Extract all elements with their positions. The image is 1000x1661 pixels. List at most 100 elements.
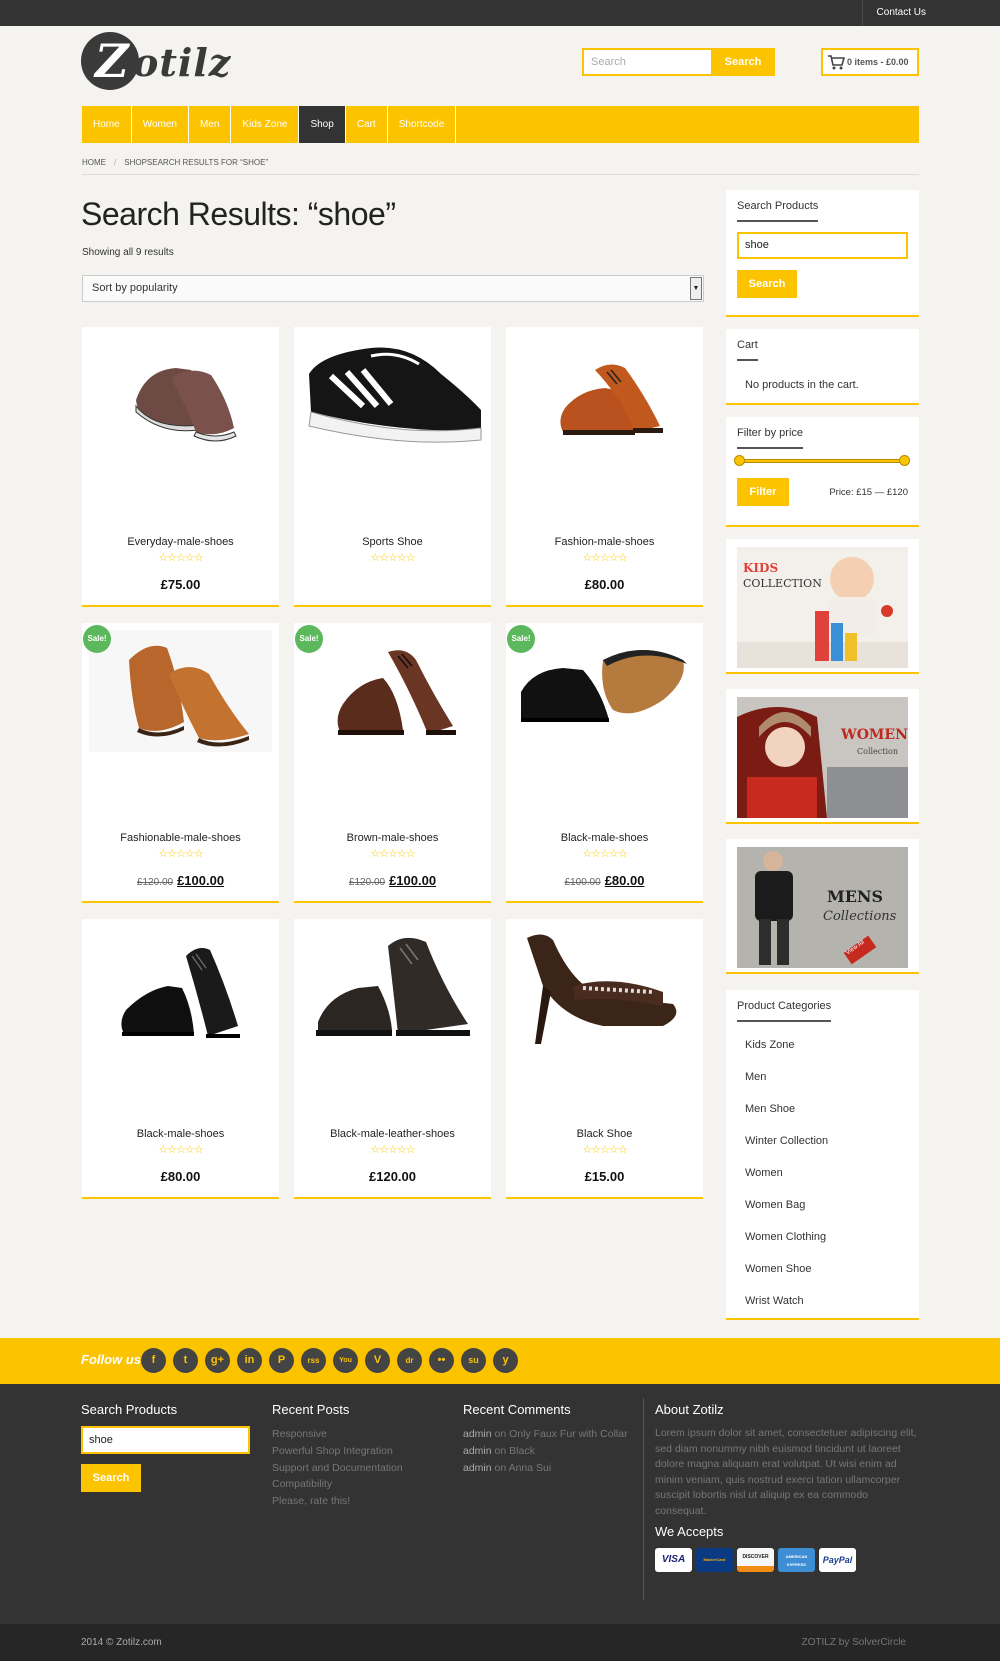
nav-item-shortcode[interactable]: Shortcode bbox=[388, 106, 457, 143]
header-search-input[interactable]: Search bbox=[582, 48, 716, 76]
price-slider-track[interactable] bbox=[734, 455, 910, 466]
category-link[interactable]: Women Clothing bbox=[745, 1231, 826, 1243]
breadcrumb-home[interactable]: Home bbox=[82, 158, 106, 167]
product-card[interactable]: Black-male-leather-shoes ☆☆☆☆☆ £120.00 bbox=[294, 919, 491, 1199]
comment-on: on bbox=[494, 1462, 507, 1474]
product-image[interactable] bbox=[301, 630, 484, 752]
recent-post-link[interactable]: Compatibility bbox=[272, 1478, 332, 1490]
footer-search-input[interactable]: shoe bbox=[81, 1426, 250, 1454]
product-rating-stars: ☆☆☆☆☆ bbox=[582, 552, 627, 564]
category-link[interactable]: Men bbox=[745, 1071, 766, 1083]
sidebar-search-input[interactable]: shoe bbox=[737, 232, 908, 259]
product-image[interactable] bbox=[513, 926, 696, 1048]
product-name[interactable]: Black-male-leather-shoes bbox=[294, 1128, 491, 1140]
category-link[interactable]: Wrist Watch bbox=[745, 1295, 804, 1307]
comment-on: on bbox=[494, 1428, 507, 1440]
banner-mens-collection[interactable]: MENS Collections View All bbox=[726, 839, 919, 974]
pinterest-icon[interactable]: P bbox=[269, 1348, 294, 1373]
product-name[interactable]: Fashionable-male-shoes bbox=[82, 832, 279, 844]
header-search-button[interactable]: Search bbox=[711, 48, 775, 76]
sort-select[interactable]: Sort by popularity ▼ bbox=[82, 275, 704, 302]
category-link[interactable]: Women bbox=[745, 1167, 783, 1179]
product-card[interactable]: Black-male-shoes ☆☆☆☆☆ £80.00 bbox=[82, 919, 279, 1199]
comment-author: admin bbox=[463, 1445, 492, 1457]
category-link[interactable]: Women Bag bbox=[745, 1199, 805, 1211]
linkedin-icon[interactable]: in bbox=[237, 1348, 262, 1373]
price-current: £80.00 bbox=[160, 1169, 201, 1184]
product-card[interactable]: Sale! Black-male-shoes ☆☆☆☆☆ £100.00 £80.… bbox=[506, 623, 703, 903]
product-image[interactable] bbox=[89, 334, 272, 456]
product-name[interactable]: Black-male-shoes bbox=[506, 832, 703, 844]
comment-post-link[interactable]: Only Faux Fur with Collar bbox=[509, 1428, 627, 1440]
filter-button[interactable]: Filter bbox=[737, 478, 789, 506]
product-image[interactable] bbox=[513, 334, 696, 456]
comment-post-link[interactable]: Anna Sui bbox=[509, 1462, 552, 1474]
yelp-icon[interactable]: y bbox=[493, 1348, 518, 1373]
product-name[interactable]: Sports Shoe bbox=[294, 536, 491, 548]
product-image[interactable] bbox=[513, 630, 696, 752]
youtube-icon[interactable]: You bbox=[333, 1348, 358, 1373]
header-cart-button[interactable]: 0 items - £0.00 bbox=[821, 48, 919, 76]
recent-post-link[interactable]: Powerful Shop Integration bbox=[272, 1445, 393, 1457]
price-current: £75.00 bbox=[160, 577, 201, 592]
google-plus-icon[interactable]: g+ bbox=[205, 1348, 230, 1373]
product-price: £80.00 bbox=[506, 577, 703, 592]
footer-about-title: About Zotilz bbox=[655, 1402, 724, 1417]
product-image[interactable] bbox=[89, 926, 272, 1048]
sidebar-search-button[interactable]: Search bbox=[737, 270, 797, 298]
category-link[interactable]: Women Shoe bbox=[745, 1263, 811, 1275]
flickr-icon[interactable]: •• bbox=[429, 1348, 454, 1373]
category-link[interactable]: Kids Zone bbox=[745, 1039, 795, 1051]
nav-item-cart[interactable]: Cart bbox=[346, 106, 388, 143]
chevron-down-icon[interactable]: ▼ bbox=[690, 277, 702, 300]
nav-item-kids-zone[interactable]: Kids Zone bbox=[231, 106, 300, 143]
recent-post-link[interactable]: Please, rate this! bbox=[272, 1495, 350, 1507]
nav-item-shop[interactable]: Shop bbox=[299, 106, 346, 143]
product-image[interactable] bbox=[301, 926, 484, 1048]
banner-womens-subtitle: Collection bbox=[857, 747, 899, 756]
product-price: £120.00 £100.00 bbox=[294, 873, 491, 888]
product-card[interactable]: Fashion-male-shoes ☆☆☆☆☆ £80.00 bbox=[506, 327, 703, 607]
contact-us-link[interactable]: Contact Us bbox=[861, 0, 940, 26]
facebook-icon[interactable]: f bbox=[141, 1348, 166, 1373]
site-logo[interactable]: Z otilz bbox=[81, 32, 271, 94]
product-image[interactable] bbox=[89, 630, 272, 752]
copyright-site-link[interactable]: Zotilz.com bbox=[116, 1637, 162, 1648]
category-link[interactable]: Men Shoe bbox=[745, 1103, 795, 1115]
banner-image: MENS Collections View All bbox=[737, 847, 908, 968]
product-image[interactable] bbox=[301, 334, 484, 456]
recent-post-link[interactable]: Responsive bbox=[272, 1428, 327, 1440]
price-current: £120.00 bbox=[369, 1169, 416, 1184]
product-name[interactable]: Brown-male-shoes bbox=[294, 832, 491, 844]
stumbleupon-icon[interactable]: su bbox=[461, 1348, 486, 1373]
nav-item-men[interactable]: Men bbox=[189, 106, 232, 143]
product-name[interactable]: Black-male-shoes bbox=[82, 1128, 279, 1140]
price-slider-max-handle[interactable] bbox=[899, 455, 910, 466]
product-card[interactable]: Sale! Fashionable-male-shoes ☆☆☆☆☆ £120.… bbox=[82, 623, 279, 903]
product-card[interactable]: Sports Shoe ☆☆☆☆☆ bbox=[294, 327, 491, 607]
recent-post-link[interactable]: Support and Documentation bbox=[272, 1462, 403, 1474]
product-card[interactable]: Black Shoe ☆☆☆☆☆ £15.00 bbox=[506, 919, 703, 1199]
rss-icon[interactable]: rss bbox=[301, 1348, 326, 1373]
banner-kids-collection[interactable]: KIDS COLLECTION bbox=[726, 539, 919, 674]
follow-us-label: Follow us bbox=[81, 1352, 141, 1367]
product-name[interactable]: Fashion-male-shoes bbox=[506, 536, 703, 548]
twitter-icon[interactable]: t bbox=[173, 1348, 198, 1373]
vimeo-icon[interactable]: V bbox=[365, 1348, 390, 1373]
product-name[interactable]: Black Shoe bbox=[506, 1128, 703, 1140]
product-rating-stars: ☆☆☆☆☆ bbox=[370, 552, 415, 564]
comment-post-link[interactable]: Black bbox=[509, 1445, 535, 1457]
footer-search-button[interactable]: Search bbox=[81, 1464, 141, 1492]
shoe-image bbox=[315, 937, 470, 1036]
price-slider-min-handle[interactable] bbox=[734, 455, 745, 466]
banner-womens-collection[interactable]: WOMEN's Collection bbox=[726, 689, 919, 824]
product-card[interactable]: Everyday-male-shoes ☆☆☆☆☆ £75.00 bbox=[82, 327, 279, 607]
nav-item-home[interactable]: Home bbox=[82, 106, 132, 143]
product-name[interactable]: Everyday-male-shoes bbox=[82, 536, 279, 548]
recent-comment: admin on Only Faux Fur with Collar bbox=[463, 1428, 628, 1440]
shoe-image bbox=[120, 948, 240, 1038]
product-card[interactable]: Sale! Brown-male-shoes ☆☆☆☆☆ £120.00 £100… bbox=[294, 623, 491, 903]
dribbble-icon[interactable]: dr bbox=[397, 1348, 422, 1373]
nav-item-women[interactable]: Women bbox=[132, 106, 189, 143]
category-link[interactable]: Winter Collection bbox=[745, 1135, 828, 1147]
